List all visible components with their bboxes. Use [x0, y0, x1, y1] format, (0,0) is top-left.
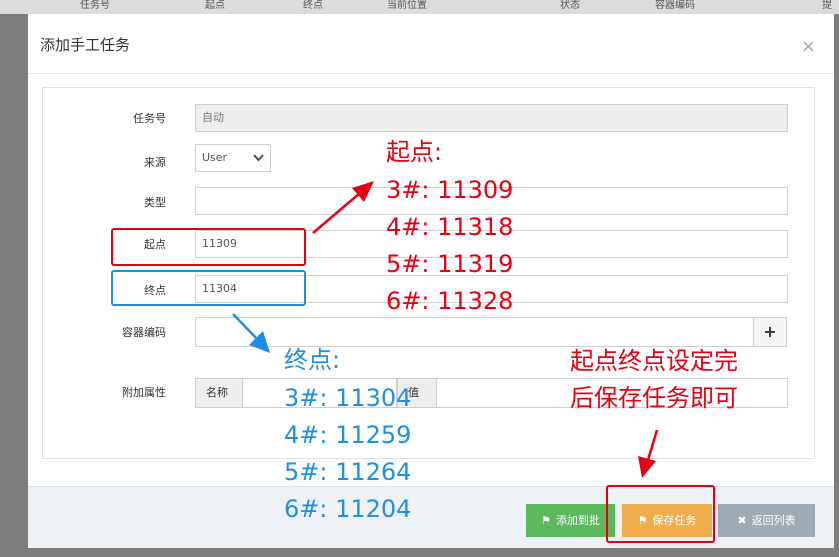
- end-annotation-line: 3#: 11304: [284, 384, 412, 412]
- end-annotation-line: 5#: 11264: [284, 458, 412, 486]
- end-annotation-line: 4#: 11259: [284, 421, 412, 449]
- start-arrow-head: [352, 181, 374, 202]
- save-arrow-head: [638, 456, 656, 478]
- instruction-annotation-line: 后保存任务即可: [570, 384, 738, 412]
- start-arrow-shaft: [312, 192, 361, 234]
- start-annotation-line: 3#: 11309: [386, 176, 514, 204]
- start-annotation-line: 6#: 11328: [386, 287, 514, 315]
- end-annotation-title: 终点:: [284, 346, 341, 374]
- instruction-annotation-line: 起点终点设定完: [570, 347, 738, 375]
- end-annotation-line: 6#: 11204: [284, 495, 412, 523]
- start-annotation-title: 起点:: [386, 138, 443, 166]
- end-arrow-shaft: [232, 313, 259, 341]
- start-annotation-line: 5#: 11319: [386, 250, 514, 278]
- save-arrow-shaft: [646, 429, 659, 461]
- start-annotation-line: 4#: 11318: [386, 213, 514, 241]
